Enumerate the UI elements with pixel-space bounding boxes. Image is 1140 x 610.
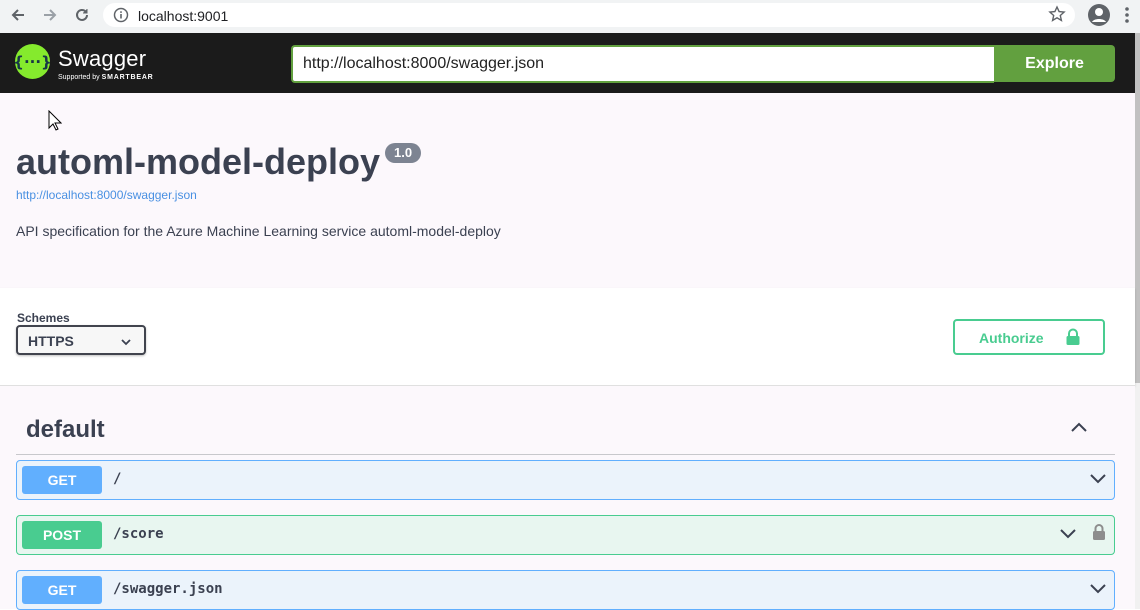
- scrollbar-thumb[interactable]: [1135, 33, 1140, 383]
- swagger-brand-text: Swagger: [58, 46, 147, 71]
- operation-get-root[interactable]: GET /: [16, 460, 1115, 500]
- svg-text:{···}: {···}: [15, 53, 50, 71]
- method-badge: GET: [22, 466, 102, 494]
- back-button[interactable]: [5, 4, 31, 26]
- browser-toolbar: localhost:9001: [0, 0, 1140, 33]
- reload-button[interactable]: [69, 4, 95, 26]
- lock-icon[interactable]: [1092, 523, 1106, 546]
- site-info-icon[interactable]: [113, 7, 129, 28]
- reload-icon: [76, 8, 88, 21]
- authorize-button[interactable]: Authorize: [953, 319, 1105, 355]
- address-bar-url: localhost:9001: [138, 8, 229, 24]
- operation-path: /swagger.json: [113, 581, 223, 597]
- chevron-down-icon: [120, 334, 132, 352]
- mouse-cursor-icon: [48, 109, 63, 137]
- version-badge: 1.0: [385, 143, 422, 163]
- operation-get-swagger-json[interactable]: GET /swagger.json: [16, 570, 1115, 610]
- swagger-logo[interactable]: {···} Swagger Supported by SMARTBEAR: [13, 42, 160, 86]
- browser-menu-icon[interactable]: [1124, 6, 1130, 29]
- chevron-up-icon[interactable]: [1069, 420, 1089, 439]
- spec-url-value: http://localhost:8000/swagger.json: [303, 55, 545, 72]
- chevron-down-icon: [1058, 527, 1078, 546]
- schemes-selected-value: HTTPS: [28, 333, 74, 349]
- chevron-down-icon: [1088, 472, 1108, 491]
- schemes-select[interactable]: HTTPS: [16, 325, 146, 355]
- api-description: API specification for the Azure Machine …: [16, 223, 501, 239]
- address-bar[interactable]: localhost:9001: [103, 3, 1075, 27]
- operation-post-score[interactable]: POST /score: [16, 515, 1115, 555]
- swagger-topbar: {···} Swagger Supported by SMARTBEAR htt…: [0, 33, 1135, 93]
- chevron-down-icon: [1088, 582, 1108, 601]
- operation-path: /: [113, 471, 122, 487]
- authorize-label: Authorize: [979, 330, 1044, 346]
- lock-icon: [1065, 328, 1081, 351]
- swagger-brand-subtitle: Supported by SMARTBEAR: [58, 74, 154, 81]
- spec-link[interactable]: http://localhost:8000/swagger.json: [16, 188, 197, 202]
- method-badge: GET: [22, 576, 102, 604]
- swagger-logo-icon: {···}: [13, 44, 52, 79]
- method-badge: POST: [22, 521, 102, 549]
- brand-sub-company: SMARTBEAR: [101, 74, 154, 81]
- api-title: automl-model-deploy: [16, 141, 381, 182]
- brand-sub-prefix: Supported by: [58, 74, 100, 81]
- schemes-label: Schemes: [17, 311, 70, 325]
- spec-url-input[interactable]: http://localhost:8000/swagger.json: [291, 45, 994, 83]
- operation-path: /score: [113, 526, 164, 542]
- forward-arrow-icon: [44, 9, 57, 21]
- explore-button[interactable]: Explore: [994, 45, 1115, 82]
- back-arrow-icon: [11, 9, 24, 21]
- profile-avatar-icon[interactable]: [1087, 3, 1111, 32]
- forward-button[interactable]: [37, 4, 63, 26]
- tag-title[interactable]: default: [26, 416, 105, 444]
- tag-divider: [16, 454, 1115, 455]
- bookmark-star-icon[interactable]: [1048, 5, 1066, 28]
